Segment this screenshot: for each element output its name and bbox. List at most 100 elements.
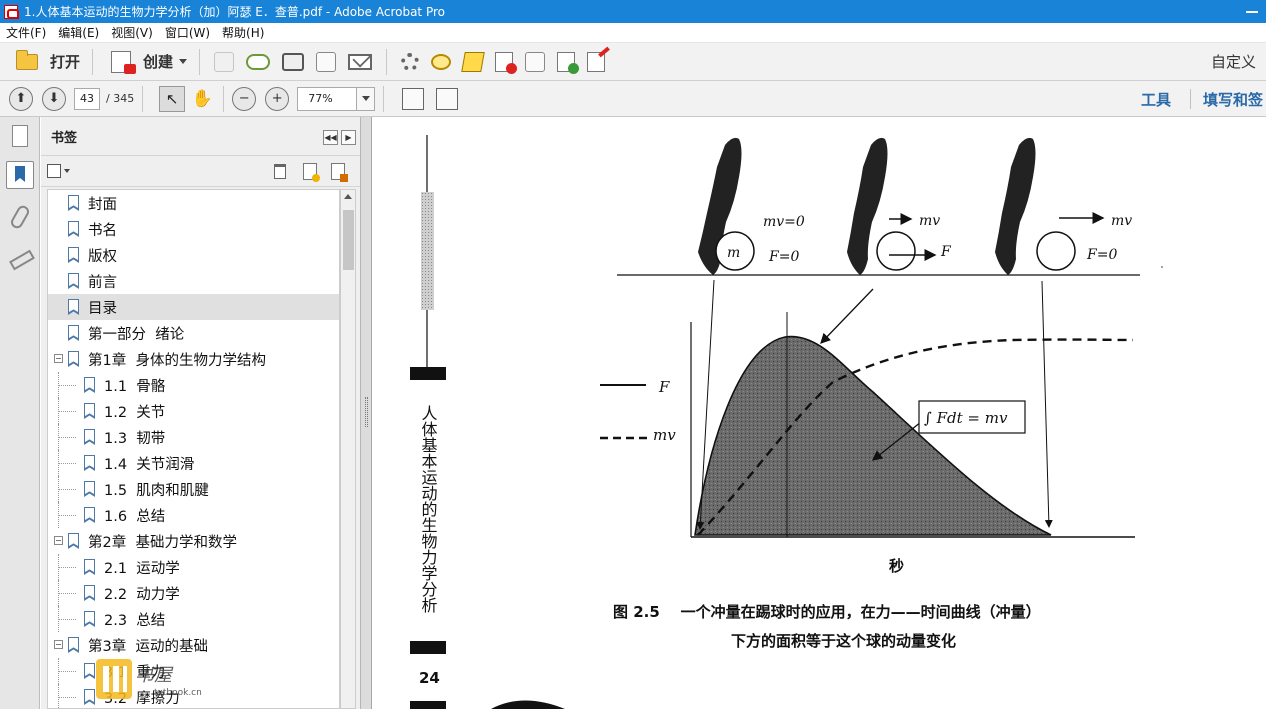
settings-gear-icon[interactable] bbox=[401, 52, 420, 71]
bookmark-item[interactable]: 书名 bbox=[48, 216, 339, 242]
fill-sign-link[interactable]: 填写和签 bbox=[1203, 89, 1263, 110]
bookmarks-icon[interactable] bbox=[6, 161, 34, 189]
margin-block bbox=[410, 641, 446, 654]
bookmark-item[interactable]: 封面 bbox=[48, 190, 339, 216]
toolbar-divider bbox=[386, 48, 388, 75]
figure-caption-line2: 下方的面积等于这个球的动量变化 bbox=[731, 632, 956, 650]
legend-f-label: F bbox=[658, 378, 670, 396]
save-icon[interactable] bbox=[214, 51, 235, 72]
bookmark-label: 2.2 动力学 bbox=[104, 586, 180, 603]
bookmark-item[interactable]: 第一部分 绪论 bbox=[48, 320, 339, 346]
bookmark-item[interactable]: 2.1 运动学 bbox=[48, 554, 339, 580]
scroll-up-icon[interactable] bbox=[344, 194, 352, 199]
bookmark-item[interactable]: 1.6 总结 bbox=[48, 502, 339, 528]
zoom-out-button[interactable]: − bbox=[232, 86, 257, 111]
bookmark-label: 2.1 运动学 bbox=[104, 560, 180, 577]
bookmark-item[interactable]: 版权 bbox=[48, 242, 339, 268]
running-title: 人体基本运动的生物力学分析 bbox=[419, 405, 438, 613]
collapse-panel-button[interactable]: ◀◀ bbox=[323, 130, 338, 145]
bookmark-item[interactable]: 1.4 关节润滑 bbox=[48, 450, 339, 476]
page-number-input[interactable]: 43 bbox=[74, 87, 100, 110]
collapse-toggle-icon[interactable]: − bbox=[54, 640, 63, 649]
menu-edit[interactable]: 编辑(E) bbox=[52, 24, 105, 41]
highlight-pen-icon[interactable] bbox=[461, 51, 485, 72]
tree-connector bbox=[58, 463, 76, 464]
previous-page-button[interactable]: ⬆ bbox=[9, 86, 33, 111]
acrobat-icon bbox=[4, 4, 19, 19]
email-icon[interactable] bbox=[348, 53, 373, 70]
document-view[interactable]: 人体基本运动的生物力学分析 24 mv=0 m F=0 mv F mv F=0 bbox=[373, 117, 1266, 709]
bookmark-label: 1.6 总结 bbox=[104, 508, 166, 525]
minimize-button[interactable] bbox=[1246, 11, 1258, 13]
panel-menu-button[interactable]: ▶ bbox=[341, 130, 356, 145]
tools-pane-link[interactable]: 工具 bbox=[1141, 89, 1171, 110]
create-pdf-icon bbox=[111, 50, 137, 74]
bookmark-icon bbox=[84, 377, 95, 393]
bookmark-icon bbox=[84, 585, 95, 601]
tree-connector bbox=[58, 671, 76, 672]
chevron-down-icon bbox=[179, 59, 188, 64]
select-tool-icon[interactable]: ↖ bbox=[159, 85, 186, 112]
menu-help[interactable]: 帮助(H) bbox=[216, 24, 270, 41]
print-icon[interactable] bbox=[282, 52, 305, 71]
bookmark-icon bbox=[84, 507, 95, 523]
zoom-dropdown[interactable] bbox=[357, 86, 376, 111]
delete-page-icon[interactable] bbox=[495, 51, 518, 74]
legend-mv-label: mv bbox=[653, 426, 676, 444]
bookmark-item[interactable]: 前言 bbox=[48, 268, 339, 294]
bookmark-item[interactable]: 2.2 动力学 bbox=[48, 580, 339, 606]
collapse-toggle-icon[interactable]: − bbox=[54, 354, 63, 363]
chevron-down-icon[interactable] bbox=[64, 169, 70, 173]
edit-document-icon[interactable] bbox=[316, 51, 337, 72]
bookmark-item[interactable]: 2.3 总结 bbox=[48, 606, 339, 632]
bookmark-item[interactable]: − 第1章 身体的生物力学结构 bbox=[48, 346, 339, 372]
menu-file[interactable]: 文件(F) bbox=[0, 24, 52, 41]
fit-page-icon[interactable] bbox=[402, 87, 425, 110]
menu-view[interactable]: 视图(V) bbox=[105, 24, 159, 41]
bookmark-item[interactable]: 1.3 韧带 bbox=[48, 424, 339, 450]
hand-tool-icon[interactable]: ✋ bbox=[189, 86, 215, 112]
options-icon[interactable] bbox=[47, 164, 61, 178]
label-mv-mid: mv bbox=[919, 213, 940, 229]
create-button[interactable]: 创建 bbox=[101, 47, 191, 77]
page-total: / 345 bbox=[106, 92, 135, 105]
page-search-icon[interactable] bbox=[525, 51, 546, 72]
new-bookmark-icon[interactable] bbox=[303, 163, 320, 182]
label-mv-zero: mv=0 bbox=[763, 214, 805, 230]
bookmark-item[interactable]: − 第2章 基础力学和数学 bbox=[48, 528, 339, 554]
bookmark-item[interactable]: 1.2 关节 bbox=[48, 398, 339, 424]
bookmarks-scrollbar[interactable] bbox=[340, 189, 356, 709]
page-thumbnails-icon[interactable] bbox=[12, 125, 28, 147]
collapse-toggle-icon[interactable]: − bbox=[54, 536, 63, 545]
bookmark-item[interactable]: 1.5 肌肉和肌腱 bbox=[48, 476, 339, 502]
open-button[interactable]: 打开 bbox=[6, 47, 84, 77]
export-page-icon[interactable] bbox=[557, 51, 580, 74]
main-toolbar: 打开 创建 自定义 bbox=[0, 43, 1266, 81]
bookmarks-header: 书签 ◀◀ ▶ bbox=[41, 117, 360, 155]
zoom-level-field[interactable]: 77% bbox=[297, 86, 358, 111]
x-axis-label: 秒 bbox=[889, 557, 904, 575]
margin-decoration bbox=[421, 192, 434, 310]
comment-icon[interactable] bbox=[431, 53, 452, 70]
zoom-in-button[interactable]: + bbox=[265, 86, 290, 111]
cloud-upload-icon[interactable] bbox=[246, 53, 271, 70]
splitter-grip-icon bbox=[365, 397, 368, 427]
next-page-button[interactable]: ⬇ bbox=[42, 86, 66, 111]
foot-illustration-1 bbox=[698, 137, 755, 275]
svg-text:txtbook.cn: txtbook.cn bbox=[154, 688, 202, 698]
bookmark-label: 1.4 关节润滑 bbox=[104, 456, 195, 473]
bookmark-item[interactable]: 1.1 骨骼 bbox=[48, 372, 339, 398]
bookmark-label: 前言 bbox=[88, 274, 117, 291]
signatures-icon[interactable] bbox=[6, 245, 34, 273]
sign-icon[interactable] bbox=[587, 51, 606, 72]
scroll-thumb[interactable] bbox=[343, 210, 354, 270]
trash-icon[interactable] bbox=[274, 164, 286, 179]
customize-label[interactable]: 自定义 bbox=[1211, 51, 1256, 72]
pane-splitter[interactable] bbox=[361, 117, 372, 709]
bookmark-item[interactable]: 目录 bbox=[48, 294, 339, 320]
expand-bookmark-icon[interactable] bbox=[331, 163, 348, 182]
create-label: 创建 bbox=[143, 53, 174, 71]
menu-window[interactable]: 窗口(W) bbox=[159, 24, 216, 41]
full-screen-icon[interactable] bbox=[436, 87, 459, 110]
attachments-icon[interactable] bbox=[6, 203, 34, 231]
